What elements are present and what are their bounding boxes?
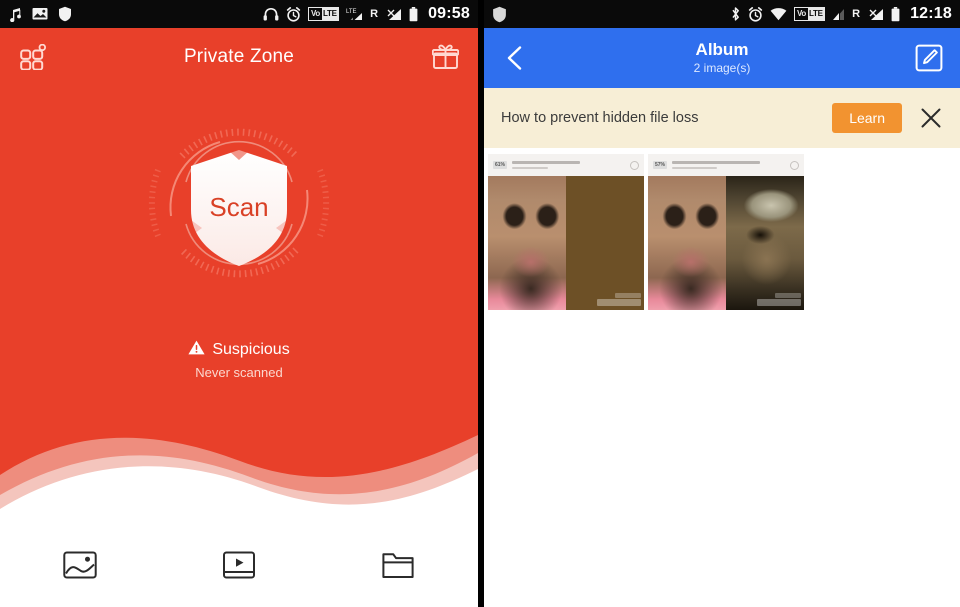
thumbnail-2-badge: 57% [653,161,668,169]
status-main-text: Suspicious [212,341,290,358]
close-x-icon[interactable] [916,103,946,133]
folder-icon [381,550,415,585]
thumbnail-1-badge: 61% [493,161,508,169]
photo-icon [32,7,48,21]
battery-icon [891,6,900,22]
nav-item-videos[interactable] [159,550,318,591]
thumbnail-1-image [488,176,644,310]
tip-banner: How to prevent hidden file loss Learn [484,88,960,148]
volte-icon: Vo LTE [794,7,826,21]
music-note-icon [8,7,22,22]
image-icon [62,550,97,585]
private-zone-body: Private Zone Scan Suspicious Never scann… [0,28,478,607]
thumbnail-1-watermark [597,299,641,306]
scan-area: Scan [0,88,478,318]
thumbnail-2-right-face [726,176,804,310]
signal-icon [385,7,402,21]
right-status-bar: Vo LTE R 12:18 [484,0,960,28]
roaming-label: R [852,8,861,20]
scan-stage: Scan [124,98,354,308]
thumbnail-2-watermark [757,299,801,306]
album-thumbnail-grid: 61% 57% [484,148,960,310]
album-header: Album 2 image(s) [484,28,960,88]
status-badge: Suspicious [188,340,290,360]
video-icon [222,550,256,585]
right-phone-panel: Vo LTE R 12:18 Album 2 image(s) How to p… [484,0,960,607]
thumbnail-2-title-lines [672,161,785,169]
alarm-icon [286,6,301,22]
left-phone-panel: Vo LTE LTE R 09:58 Private Zone Scan Sus… [0,0,478,607]
gift-icon[interactable] [428,40,462,74]
alarm-icon [748,6,763,22]
thumbnail-1-watermark-small [615,293,641,298]
album-subtitle: 2 image(s) [693,61,751,75]
volte-suffix: LTE [807,8,825,20]
scan-ring-icon: Scan [148,128,330,278]
shield-icon [58,6,72,22]
right-status-right-icons: Vo LTE R 12:18 [730,5,952,23]
thumbnail-2-appbar: 57% [648,154,804,176]
wifi-icon [770,7,787,21]
warning-triangle-icon [188,340,205,360]
bottom-navigation [0,532,478,607]
thumbnail-1-right-face [566,176,644,310]
left-status-left-icons [8,6,72,22]
thumbnail-1-title-lines [512,161,625,169]
learn-button[interactable]: Learn [832,103,902,133]
left-status-right-icons: Vo LTE LTE R 09:58 [263,5,470,23]
thumbnail-1-avatar [630,160,639,170]
right-status-left-icons [492,6,507,23]
volte-suffix: LTE [321,8,339,20]
album-thumbnail-2[interactable]: 57% [648,154,804,310]
private-zone-header: Private Zone [0,28,478,86]
status-sub-text: Never scanned [195,365,283,380]
thumbnail-1-appbar: 61% [488,154,644,176]
thumbnail-2-watermark-small [775,293,801,298]
right-status-clock: 12:18 [910,5,952,22]
signal-icon [832,7,845,21]
battery-icon [409,6,418,22]
nav-item-files[interactable] [319,550,478,591]
left-status-bar: Vo LTE LTE R 09:58 [0,0,478,28]
shield-icon [492,6,507,23]
bluetooth-icon [730,6,741,22]
dual-phone-screenshot: Vo LTE LTE R 09:58 Private Zone Scan Sus… [0,0,960,607]
left-status-clock: 09:58 [428,5,470,22]
scan-status: Suspicious Never scanned [0,340,478,380]
thumbnail-2-avatar [790,160,799,170]
back-chevron-icon[interactable] [498,41,532,75]
album-thumbnail-1[interactable]: 61% [488,154,644,310]
thumbnail-2-left-face [648,176,726,310]
thumbnail-1-left-face [488,176,566,310]
volte-prefix: Vo [796,9,806,18]
lte-signal-icon: LTE [346,7,363,21]
volte-icon: Vo LTE [308,7,340,21]
roaming-label: R [370,8,379,20]
scan-button-label: Scan [209,192,268,222]
svg-text:LTE: LTE [346,9,357,15]
thumbnail-2-image [648,176,804,310]
nav-item-images[interactable] [0,550,159,591]
headphones-icon [263,7,279,21]
grid-apps-icon[interactable] [16,40,50,74]
album-titles: Album 2 image(s) [484,40,960,76]
album-title: Album [695,40,749,59]
edit-pencil-icon[interactable] [912,41,946,75]
banner-text: How to prevent hidden file loss [501,110,699,126]
page-title: Private Zone [183,46,295,67]
volte-prefix: Vo [310,9,320,18]
signal2-icon [867,7,884,21]
